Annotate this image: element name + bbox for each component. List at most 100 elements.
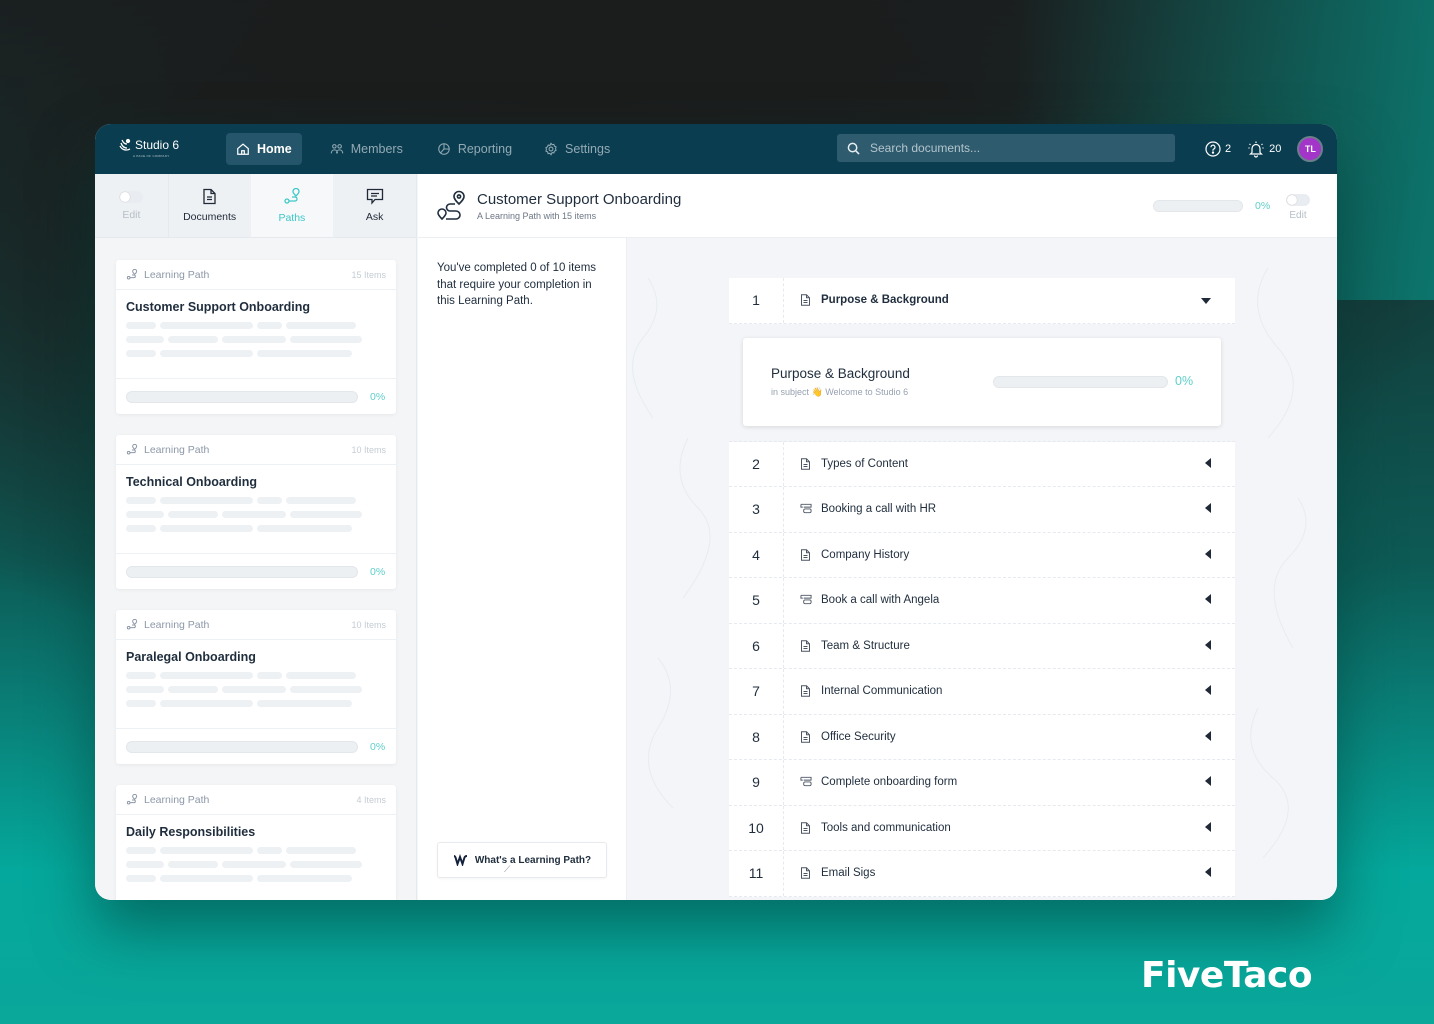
skeleton-row xyxy=(126,847,386,854)
skeleton-bar xyxy=(257,525,352,532)
expand-toggle[interactable] xyxy=(1205,546,1211,564)
caret-left-icon xyxy=(1205,457,1211,468)
expand-toggle[interactable] xyxy=(1205,773,1211,791)
card-title: Technical Onboarding xyxy=(126,475,258,489)
path-item-row[interactable]: 5 Book a call with Angela xyxy=(729,578,1235,624)
item-title: Booking a call with HR xyxy=(821,503,937,516)
learning-path-list: Learning Path 15 Items Customer Support … xyxy=(116,260,396,900)
skeleton-row xyxy=(126,350,386,357)
item-number: 11 xyxy=(729,851,784,896)
card-skeleton xyxy=(116,847,396,882)
path-item-row[interactable]: 6 Team & Structure xyxy=(729,623,1235,669)
nav-settings[interactable]: Settings xyxy=(534,133,620,165)
skeleton-bar xyxy=(257,497,282,504)
learning-path-card[interactable]: Learning Path 10 Items Paralegal Onboard… xyxy=(116,610,396,764)
top-right-actions: 2 20 TL xyxy=(1205,136,1324,162)
avatar-initials: TL xyxy=(1304,144,1316,154)
expanded-item-title: Purpose & Background xyxy=(771,365,910,381)
skeleton-row xyxy=(126,672,386,679)
expand-toggle[interactable] xyxy=(1205,500,1211,518)
expand-toggle[interactable] xyxy=(1205,682,1211,700)
item-title: Purpose & Background xyxy=(821,294,949,307)
card-type-label: Learning Path xyxy=(144,443,210,456)
learning-path-card[interactable]: Learning Path 4 Items Daily Responsibili… xyxy=(116,785,396,900)
toggle-switch[interactable] xyxy=(1286,194,1310,206)
path-item-row[interactable]: 2 Types of Content xyxy=(729,441,1235,487)
expand-toggle[interactable] xyxy=(1205,819,1211,837)
path-item-row[interactable]: 7 Internal Communication xyxy=(729,669,1235,715)
expanded-item-panel: Purpose & Background in subject 👋 Welcom… xyxy=(729,323,1235,442)
item-title: Tools and communication xyxy=(821,821,951,834)
path-item-row[interactable]: 8 Office Security xyxy=(729,714,1235,760)
notifications-button[interactable]: 20 xyxy=(1247,140,1281,158)
bell-icon xyxy=(1248,141,1264,158)
skeleton-bar xyxy=(286,497,356,504)
nav-members[interactable]: Members xyxy=(320,133,413,165)
path-item-row[interactable]: 1 Purpose & Background xyxy=(729,278,1235,324)
expand-toggle[interactable] xyxy=(1205,455,1211,473)
skeleton-row xyxy=(126,525,386,532)
skeleton-bar xyxy=(160,525,253,532)
item-number: 6 xyxy=(729,623,784,668)
path-item-row[interactable]: 3 Booking a call with HR xyxy=(729,487,1235,533)
expand-toggle[interactable] xyxy=(1205,591,1211,609)
card-header: Learning Path 15 Items xyxy=(116,260,396,290)
expanded-item-card[interactable]: Purpose & Background in subject 👋 Welcom… xyxy=(743,337,1221,426)
item-number: 2 xyxy=(729,441,784,486)
expand-toggle[interactable] xyxy=(1205,864,1211,882)
card-header: Learning Path 10 Items xyxy=(116,610,396,640)
whats-a-learning-path-button[interactable]: What's a Learning Path? xyxy=(437,842,607,878)
nav-reporting[interactable]: Reporting xyxy=(427,133,522,165)
skeleton-bar xyxy=(222,511,286,518)
user-avatar[interactable]: TL xyxy=(1297,136,1324,162)
tab-documents[interactable]: Documents xyxy=(167,174,251,237)
skeleton-row xyxy=(126,875,386,882)
expand-toggle[interactable] xyxy=(1205,637,1211,655)
nav-settings-label: Settings xyxy=(565,142,611,156)
skeleton-bar xyxy=(126,336,164,343)
expand-toggle[interactable] xyxy=(1201,291,1211,309)
path-item-row[interactable]: 4 Company History xyxy=(729,532,1235,578)
expanded-item-progress-bar xyxy=(993,375,1168,388)
caret-left-icon xyxy=(1205,867,1211,878)
resize-handle-icon[interactable]: ⟋ xyxy=(504,864,510,875)
learning-path-card[interactable]: Learning Path 10 Items Technical Onboard… xyxy=(116,435,396,589)
card-title: Customer Support Onboarding xyxy=(126,300,311,314)
card-footer: 0% xyxy=(116,728,396,764)
nav-reporting-label: Reporting xyxy=(457,142,513,156)
item-type-icon xyxy=(800,776,812,788)
tab-paths[interactable]: Paths xyxy=(250,174,334,237)
expand-toggle[interactable] xyxy=(1205,728,1211,746)
path-item-row[interactable]: 10 Tools and communication xyxy=(729,805,1235,851)
toggle-switch[interactable] xyxy=(119,190,144,203)
path-canvas: 1 Purpose & Background Purpose & Backgro… xyxy=(628,238,1337,900)
logo-text: Studio 6 xyxy=(135,138,180,152)
edit-toggle[interactable]: Edit xyxy=(95,174,168,237)
chat-icon xyxy=(366,188,383,205)
studio6-logo[interactable]: Studio 6 A PACE OF COMPANY xyxy=(119,138,179,158)
edit-label: Edit xyxy=(1289,210,1307,221)
header-edit-toggle[interactable]: Edit xyxy=(1286,194,1310,221)
caret-left-icon xyxy=(1205,594,1211,605)
tab-ask[interactable]: Ask xyxy=(333,174,416,237)
path-item-row[interactable]: 9 Complete onboarding form xyxy=(729,760,1235,806)
nav-home[interactable]: Home xyxy=(226,133,302,165)
path-item-row[interactable]: 11 Email Sigs xyxy=(729,851,1235,897)
skeleton-bar xyxy=(126,497,156,504)
skeleton-row xyxy=(126,861,386,868)
path-route-icon xyxy=(126,268,138,279)
item-title: Internal Communication xyxy=(821,685,943,698)
path-progress-bar xyxy=(1153,200,1243,212)
item-number: 3 xyxy=(729,487,784,532)
skeleton-bar xyxy=(126,511,164,518)
search-bar[interactable] xyxy=(837,134,1175,162)
skeleton-row xyxy=(126,497,386,504)
skeleton-bar xyxy=(286,847,356,854)
caret-left-icon xyxy=(1205,685,1211,696)
help-count: 2 xyxy=(1225,143,1232,155)
help-button[interactable]: 2 xyxy=(1205,141,1231,157)
search-input[interactable] xyxy=(870,141,1150,155)
learning-path-card[interactable]: Learning Path 15 Items Customer Support … xyxy=(116,260,396,414)
item-title: Book a call with Angela xyxy=(821,594,940,607)
skeleton-row xyxy=(126,686,386,693)
